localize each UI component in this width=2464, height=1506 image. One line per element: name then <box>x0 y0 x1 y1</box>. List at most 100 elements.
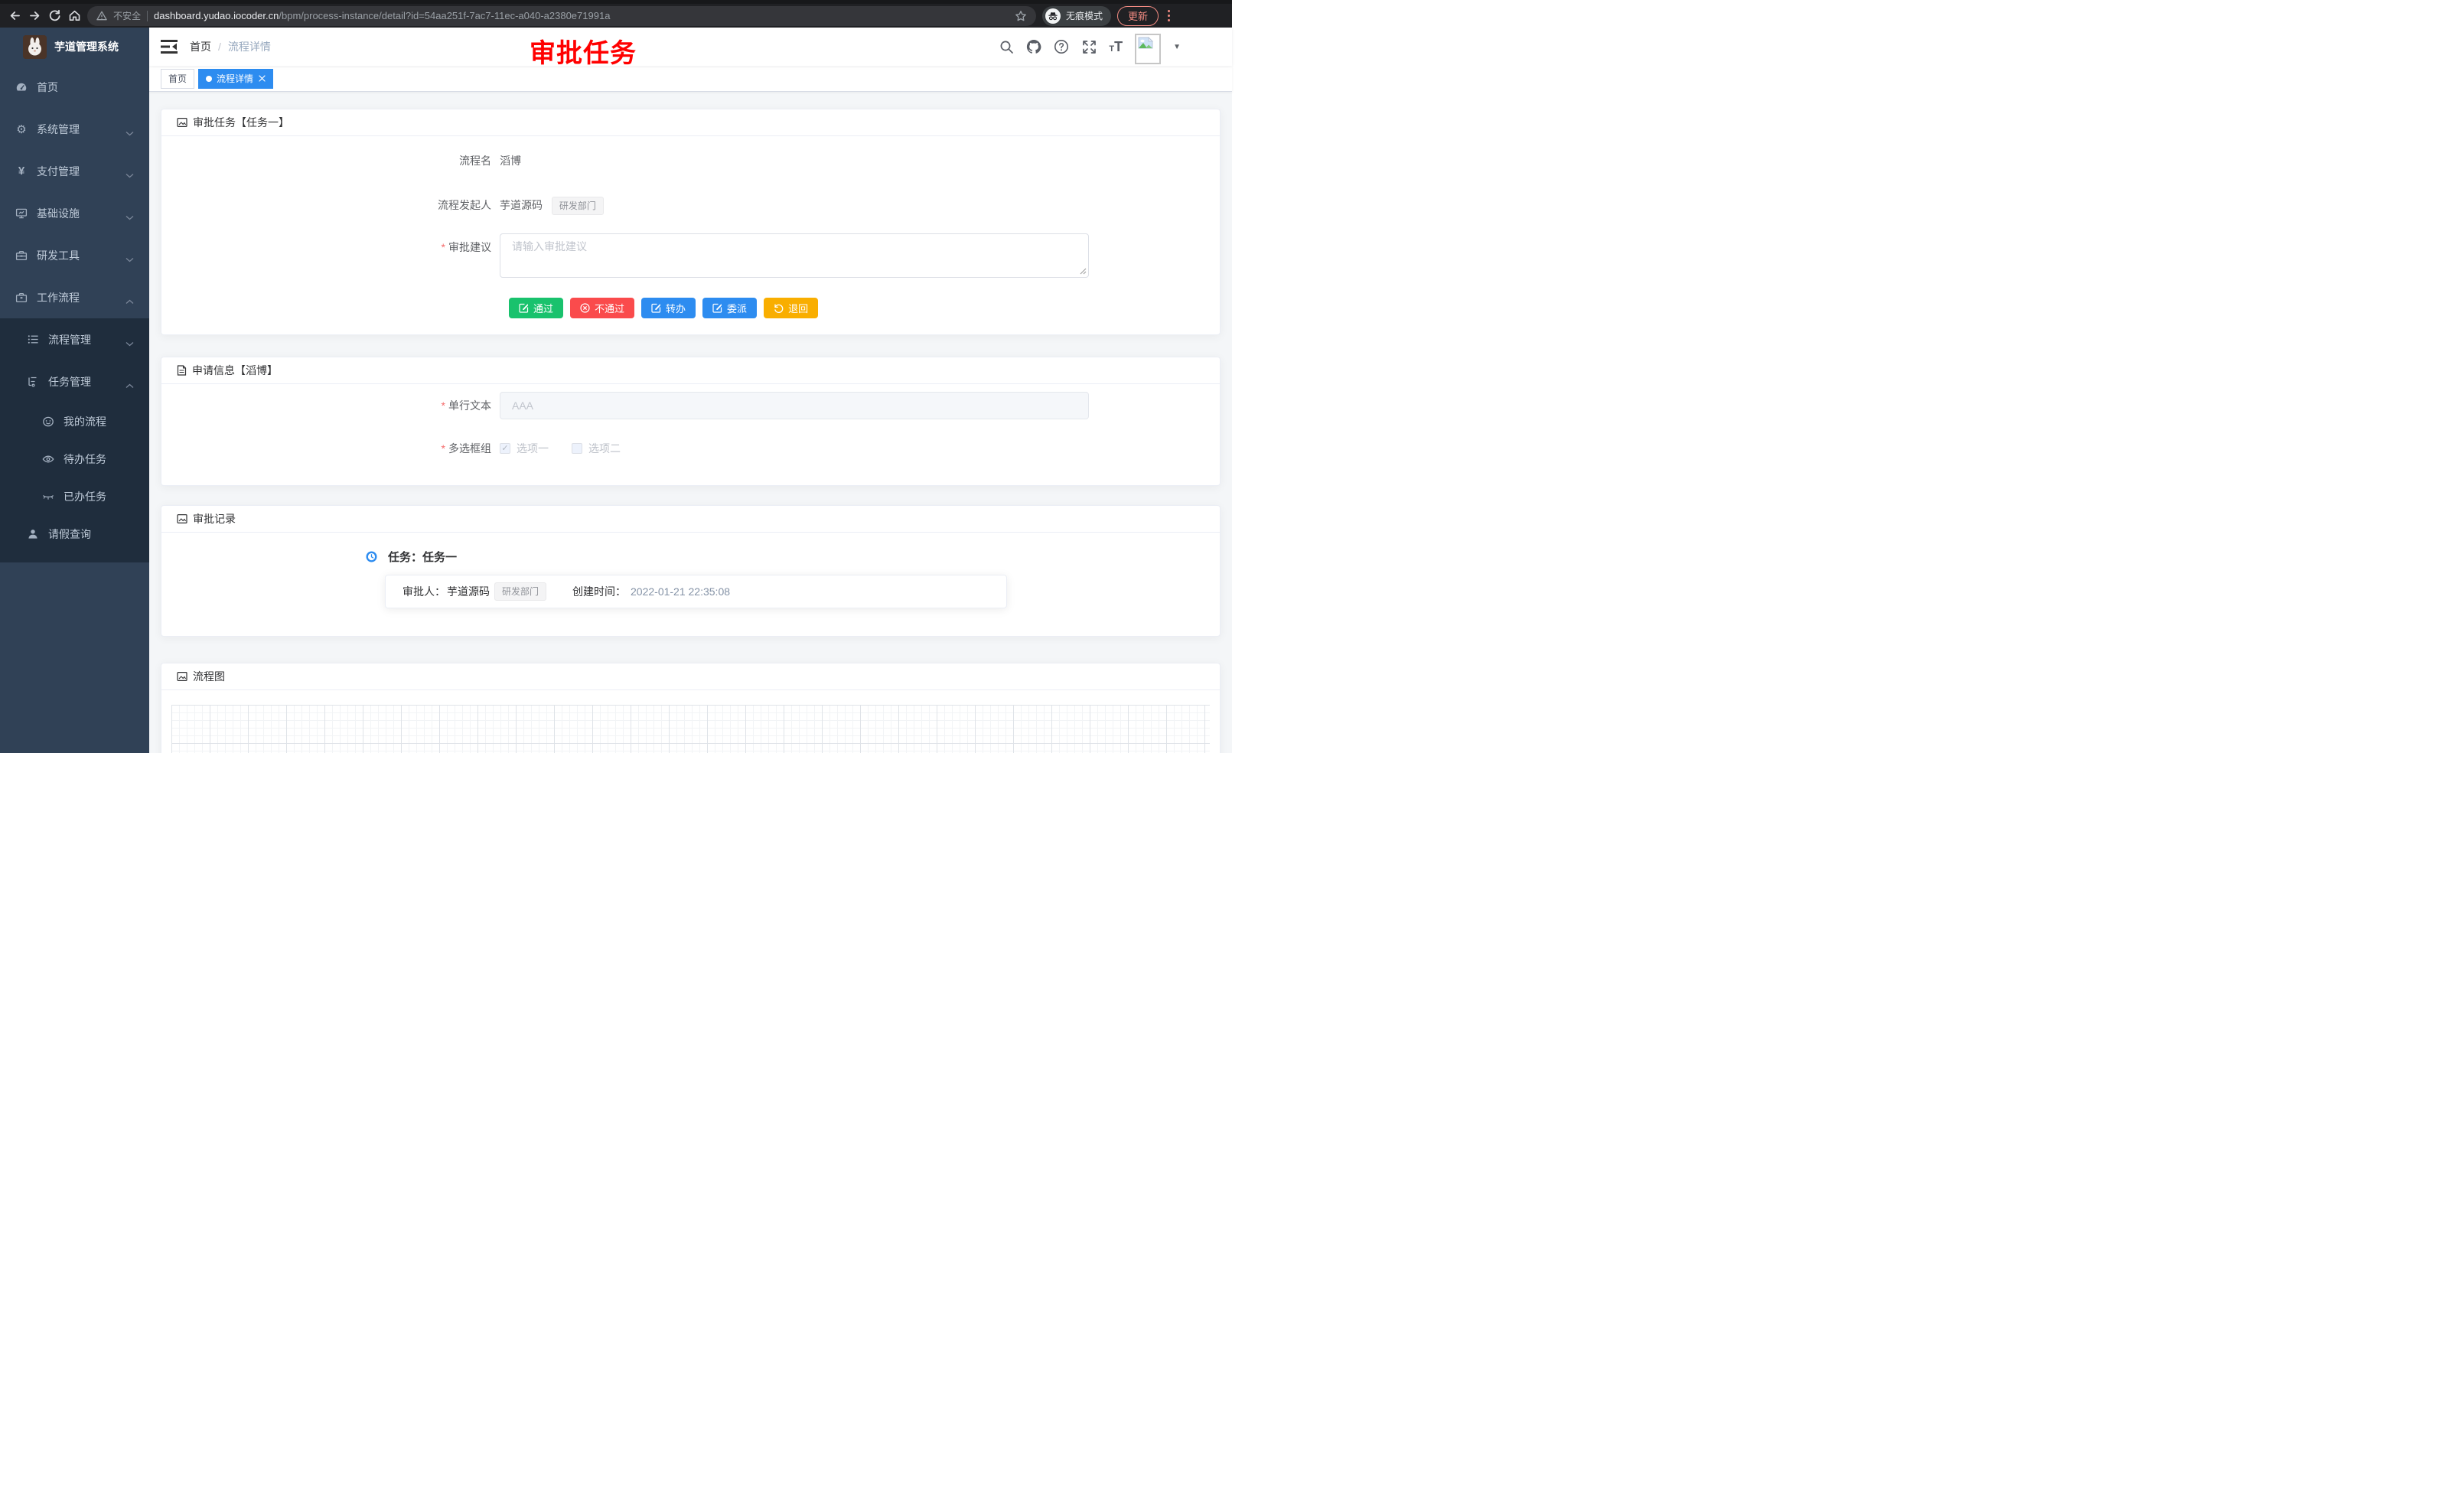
edit-icon <box>651 303 661 313</box>
card-header: 审批任务【任务一】 <box>161 109 1220 136</box>
picture-icon <box>177 671 187 682</box>
approver-name: 芋道源码 <box>447 584 490 599</box>
tag-home[interactable]: 首页 <box>161 69 194 89</box>
eye-icon <box>42 453 54 465</box>
avatar-caret-icon[interactable]: ▼ <box>1173 43 1181 51</box>
card-header: 流程图 <box>161 663 1220 690</box>
application-info-card: 申请信息【滔博】 单行文本 多选框组 <box>161 357 1221 486</box>
single-line-text-input <box>500 392 1089 419</box>
address-bar[interactable]: 不安全 dashboard.yudao.iocoder.cn/bpm/proce… <box>87 6 1036 26</box>
checkbox-checked-icon: ✓ <box>500 443 510 454</box>
tag-label: 首页 <box>168 72 187 85</box>
sidebar-item-home[interactable]: 首页 <box>0 66 149 108</box>
opinion-textarea[interactable] <box>500 233 1089 278</box>
breadcrumb-home[interactable]: 首页 <box>190 39 211 54</box>
security-warning-icon[interactable] <box>96 11 107 21</box>
avatar[interactable] <box>1135 34 1161 64</box>
back-icon[interactable] <box>8 9 21 23</box>
picture-icon <box>177 513 187 524</box>
sidebar-collapse-icon[interactable] <box>161 40 178 54</box>
card-title: 流程图 <box>193 669 225 684</box>
sidebar-item-label: 请假查询 <box>48 526 91 542</box>
reject-button[interactable]: 不通过 <box>570 298 634 318</box>
breadcrumb: 首页 / 流程详情 <box>190 39 271 54</box>
sidebar-item-label: 流程管理 <box>48 332 91 347</box>
sidebar-item-done-tasks[interactable]: 已办任务 <box>0 478 149 515</box>
card-header: 申请信息【滔博】 <box>161 357 1220 384</box>
dashboard-icon <box>15 81 28 93</box>
approve-button[interactable]: 通过 <box>509 298 563 318</box>
delegate-button[interactable]: 委派 <box>702 298 757 318</box>
page: 不安全 dashboard.yudao.iocoder.cn/bpm/proce… <box>0 0 1232 753</box>
workflow-submenu: 流程管理 任务管理 我的流程 <box>0 318 149 562</box>
forward-icon[interactable] <box>28 9 41 23</box>
sidebar-item-system[interactable]: ⚙ 系统管理 <box>0 108 149 150</box>
chevron-down-icon <box>125 337 134 349</box>
field-label-required: 单行文本 <box>161 392 491 419</box>
action-buttons: 通过 不通过 转办 委 <box>161 298 1220 334</box>
transfer-button[interactable]: 转办 <box>641 298 696 318</box>
sidebar-item-label: 任务管理 <box>48 374 91 390</box>
fullscreen-icon[interactable] <box>1081 39 1097 54</box>
search-icon[interactable] <box>999 39 1014 54</box>
top-navbar: 首页 / 流程详情 T <box>149 28 1232 66</box>
yen-icon: ¥ <box>15 165 28 178</box>
font-size-icon[interactable]: TT <box>1109 40 1123 54</box>
home-icon[interactable] <box>67 9 81 23</box>
checkbox-label: 选项二 <box>588 442 621 455</box>
sidebar-item-label: 支付管理 <box>37 164 80 179</box>
checkbox-label: 选项一 <box>517 442 549 455</box>
tag-process-detail[interactable]: 流程详情 <box>198 69 273 89</box>
reload-icon[interactable] <box>47 9 61 23</box>
sidebar-item-todo-tasks[interactable]: 待办任务 <box>0 440 149 478</box>
sidebar-item-task-mgmt[interactable]: 任务管理 <box>0 360 149 403</box>
sidebar-item-leave-query[interactable]: 请假查询 <box>0 515 149 553</box>
sidebar-item-devtools[interactable]: 研发工具 <box>0 234 149 276</box>
create-time-group: 创建时间： 2022-01-21 22:35:08 <box>572 584 730 599</box>
chevron-up-icon <box>125 295 134 307</box>
browser-update-button[interactable]: 更新 <box>1117 6 1159 26</box>
sidebar-item-infra[interactable]: 基础设施 <box>0 192 149 234</box>
sidebar-item-payment[interactable]: ¥ 支付管理 <box>0 150 149 192</box>
dept-tag: 研发部门 <box>552 197 604 215</box>
approval-task-card: 审批任务【任务一】 流程名 滔博 流程发起人 芋道源码 研发部门 <box>161 109 1221 335</box>
url-text[interactable]: dashboard.yudao.iocoder.cn/bpm/process-i… <box>154 10 1009 21</box>
sidebar-item-process-mgmt[interactable]: 流程管理 <box>0 318 149 360</box>
dept-tag: 研发部门 <box>494 582 546 601</box>
sidebar-item-label: 基础设施 <box>37 206 80 221</box>
help-icon[interactable] <box>1054 39 1069 54</box>
sidebar-item-workflow[interactable]: 工作流程 <box>0 276 149 318</box>
eye-closed-icon <box>42 491 54 503</box>
sidebar-item-my-process[interactable]: 我的流程 <box>0 403 149 440</box>
field-label: 流程发起人 <box>161 196 491 214</box>
return-button[interactable]: 退回 <box>764 298 818 318</box>
field-label: 流程名 <box>161 152 491 170</box>
card-header: 审批记录 <box>161 506 1220 533</box>
gear-icon: ⚙ <box>15 123 28 135</box>
sidebar-item-label: 我的流程 <box>64 414 106 429</box>
bpmn-canvas[interactable] <box>171 705 1210 753</box>
list-icon <box>27 334 39 346</box>
sidebar-item-label: 首页 <box>37 80 58 95</box>
create-time-value: 2022-01-21 22:35:08 <box>631 585 730 598</box>
browser-toolbar: 不安全 dashboard.yudao.iocoder.cn/bpm/proce… <box>0 0 1232 28</box>
process-name-value: 滔博 <box>500 152 521 170</box>
security-label[interactable]: 不安全 <box>113 9 141 22</box>
clock-icon <box>366 551 377 562</box>
tree-icon <box>27 376 39 388</box>
incognito-icon <box>1045 8 1061 24</box>
field-label-required: 审批建议 <box>161 233 491 261</box>
card-title: 申请信息【滔博】 <box>192 363 278 378</box>
close-icon[interactable] <box>259 75 266 82</box>
edit-icon <box>519 303 529 313</box>
process-name-row: 流程名 滔博 <box>161 152 1220 170</box>
sidebar-item-label: 工作流程 <box>37 290 80 305</box>
app-logo-row[interactable]: 芋道管理系统 <box>0 28 149 66</box>
initiator-value: 芋道源码 研发部门 <box>500 196 604 215</box>
document-icon <box>177 365 187 376</box>
browser-menu-icon[interactable] <box>1165 10 1173 21</box>
approver-group: 审批人：芋道源码 研发部门 <box>403 582 546 601</box>
bookmark-star-icon[interactable] <box>1015 10 1027 22</box>
github-icon[interactable] <box>1026 39 1041 54</box>
sidebar-item-label: 已办任务 <box>64 489 106 504</box>
